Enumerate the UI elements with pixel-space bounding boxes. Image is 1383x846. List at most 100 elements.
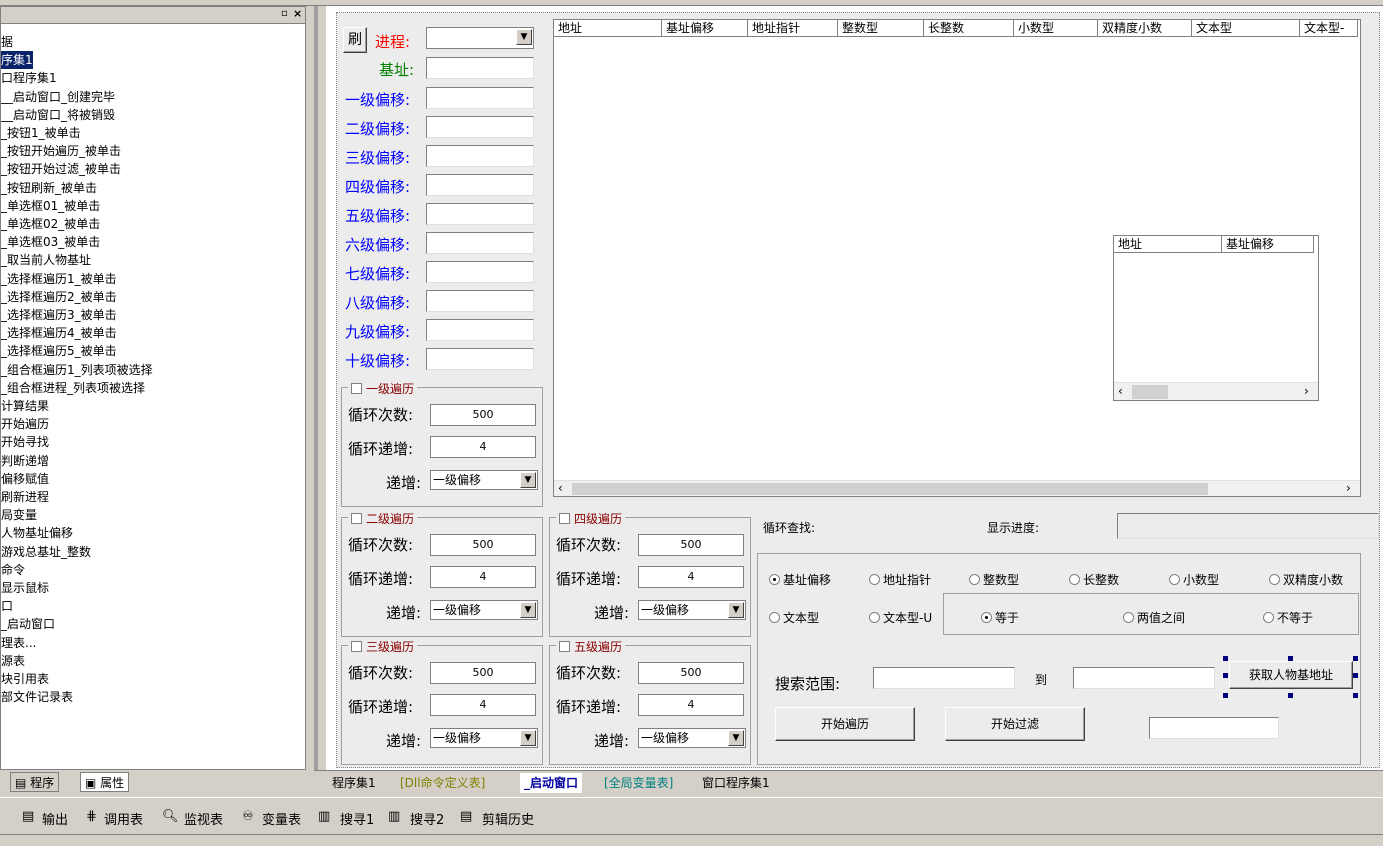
offset-input[interactable]: [426, 87, 534, 109]
loop-inc-input[interactable]: 4: [430, 694, 536, 716]
tree-item[interactable]: _单选框01_被单击: [1, 197, 100, 215]
tree-item[interactable]: __启动窗口_创建完毕: [1, 88, 115, 106]
tree-item[interactable]: __启动窗口_将被销毁: [1, 106, 115, 124]
tab-global-vars[interactable]: [全局变量表]: [600, 773, 677, 793]
tree-item[interactable]: _按钮1_被单击: [1, 124, 81, 142]
offset-input[interactable]: [426, 232, 534, 254]
offset-input[interactable]: [426, 290, 534, 312]
offset-input[interactable]: [426, 261, 534, 283]
tree-item[interactable]: 命令: [1, 561, 25, 579]
find1-tab[interactable]: 搜寻1: [340, 809, 374, 828]
variable-table-tab[interactable]: 变量表: [262, 809, 301, 828]
compare-radio[interactable]: 两值之间: [1123, 609, 1185, 626]
offset-input[interactable]: [426, 116, 534, 138]
loop-count-input[interactable]: 500: [430, 662, 536, 684]
loop-inc-input[interactable]: 4: [430, 566, 536, 588]
type-radio[interactable]: 文本型: [769, 609, 819, 626]
tree-item[interactable]: 人物基址偏移: [1, 524, 73, 542]
scroll-thumb[interactable]: [572, 483, 1208, 495]
scroll-left-icon[interactable]: ‹: [1118, 384, 1123, 398]
loop-inc-input[interactable]: 4: [638, 566, 744, 588]
tab-startup-window[interactable]: _启动窗口: [520, 773, 583, 793]
tree-item[interactable]: _选择框遍历1_被单击: [1, 270, 117, 288]
compare-radio[interactable]: 不等于: [1263, 609, 1313, 626]
compare-radio[interactable]: 等于: [981, 609, 1019, 626]
chevron-down-icon[interactable]: ▼: [728, 602, 744, 618]
checkbox-icon[interactable]: [559, 641, 570, 652]
loop-count-input[interactable]: 500: [430, 404, 536, 426]
main-list-hscroll[interactable]: ‹ ›: [554, 480, 1360, 496]
chevron-down-icon[interactable]: ▼: [520, 472, 536, 488]
type-radio[interactable]: 双精度小数: [1269, 571, 1343, 588]
loop-count-input[interactable]: 500: [638, 662, 744, 684]
tree-item[interactable]: _组合框遍历1_列表项被选择: [1, 361, 153, 379]
offset-input[interactable]: [426, 348, 534, 370]
tab-program[interactable]: ▤ 程序: [10, 772, 60, 792]
tree-item[interactable]: 局变量: [1, 506, 37, 524]
type-radio[interactable]: 整数型: [969, 571, 1019, 588]
loop-count-input[interactable]: 500: [638, 534, 744, 556]
tree-item[interactable]: _按钮刷新_被单击: [1, 179, 97, 197]
traverse-group-title[interactable]: 五级遍历: [556, 638, 626, 655]
tree-item[interactable]: 口: [1, 597, 13, 615]
tree-item[interactable]: 口程序集1: [1, 69, 57, 87]
watch-table-tab[interactable]: 监视表: [184, 809, 223, 828]
chevron-down-icon[interactable]: ▼: [516, 29, 532, 45]
small-result-list[interactable]: 地址 基址偏移 ‹ ›: [1113, 235, 1319, 401]
tree-item[interactable]: 计算结果: [1, 397, 49, 415]
column-header[interactable]: 整数型: [838, 20, 924, 37]
chevron-down-icon[interactable]: ▼: [520, 730, 536, 746]
process-combo[interactable]: ▼: [426, 27, 534, 49]
tree-item[interactable]: _按钮开始过滤_被单击: [1, 160, 121, 178]
tree-item[interactable]: _组合框进程_列表项被选择: [1, 379, 145, 397]
traverse-group-title[interactable]: 一级遍历: [348, 380, 418, 397]
offset-input[interactable]: [426, 203, 534, 225]
refresh-button[interactable]: 刷: [343, 27, 367, 53]
start-traverse-button[interactable]: 开始遍历: [775, 707, 915, 741]
column-header[interactable]: 双精度小数: [1098, 20, 1192, 37]
tab-properties[interactable]: ▣ 属性: [80, 772, 130, 792]
tree-item[interactable]: 显示鼠标: [1, 579, 49, 597]
range-end-input[interactable]: [1073, 667, 1215, 689]
checkbox-icon[interactable]: [351, 641, 362, 652]
project-tree-panel[interactable]: ▫ × 据序集1 口程序集1 __启动窗口_创建完毕 __启动窗口_将被销毁 _按钮1_…: [0, 6, 306, 770]
base-address-input[interactable]: [426, 57, 534, 79]
checkbox-icon[interactable]: [351, 383, 362, 394]
column-header[interactable]: 地址: [1114, 236, 1222, 253]
get-base-address-button[interactable]: 获取人物基地址: [1229, 661, 1353, 689]
inc-combo[interactable]: 一级偏移 ▼: [430, 728, 538, 748]
tree-item[interactable]: _单选框03_被单击: [1, 233, 100, 251]
tree-item[interactable]: _选择框遍历2_被单击: [1, 288, 117, 306]
tree-item[interactable]: 块引用表: [1, 670, 49, 688]
tree-item[interactable]: _单选框02_被单击: [1, 215, 100, 233]
tree-item[interactable]: 理表...: [1, 634, 36, 652]
type-radio[interactable]: 基址偏移: [769, 571, 831, 588]
offset-input[interactable]: [426, 319, 534, 341]
tree-item[interactable]: _启动窗口: [1, 615, 55, 633]
column-header[interactable]: 基址偏移: [1222, 236, 1314, 253]
type-radio[interactable]: 文本型-U: [869, 609, 932, 626]
column-header[interactable]: 地址: [554, 20, 662, 37]
tab-window-program-set[interactable]: 窗口程序集1: [698, 773, 774, 793]
checkbox-icon[interactable]: [351, 513, 362, 524]
traverse-group-title[interactable]: 四级遍历: [556, 510, 626, 527]
call-table-tab[interactable]: 调用表: [104, 809, 143, 828]
chevron-down-icon[interactable]: ▼: [728, 730, 744, 746]
tree-item[interactable]: 据: [1, 33, 13, 51]
tree-item[interactable]: 序集1: [1, 51, 33, 70]
tree-item[interactable]: _选择框遍历3_被单击: [1, 306, 117, 324]
scroll-right-icon[interactable]: ›: [1304, 384, 1309, 398]
column-header[interactable]: 小数型: [1014, 20, 1098, 37]
tab-program-set[interactable]: 程序集1: [328, 773, 380, 793]
offset-input[interactable]: [426, 145, 534, 167]
inc-combo[interactable]: 一级偏移 ▼: [638, 728, 746, 748]
column-header[interactable]: 长整数: [924, 20, 1014, 37]
clip-history-tab[interactable]: 剪辑历史: [482, 809, 534, 828]
inc-combo[interactable]: 一级偏移 ▼: [638, 600, 746, 620]
tab-dll-commands[interactable]: [Dll命令定义表]: [396, 773, 489, 793]
close-icon[interactable]: ×: [293, 7, 302, 20]
type-radio[interactable]: 小数型: [1169, 571, 1219, 588]
inc-combo[interactable]: 一级偏移 ▼: [430, 600, 538, 620]
small-list-hscroll[interactable]: ‹ ›: [1114, 382, 1318, 400]
find2-tab[interactable]: 搜寻2: [410, 809, 444, 828]
